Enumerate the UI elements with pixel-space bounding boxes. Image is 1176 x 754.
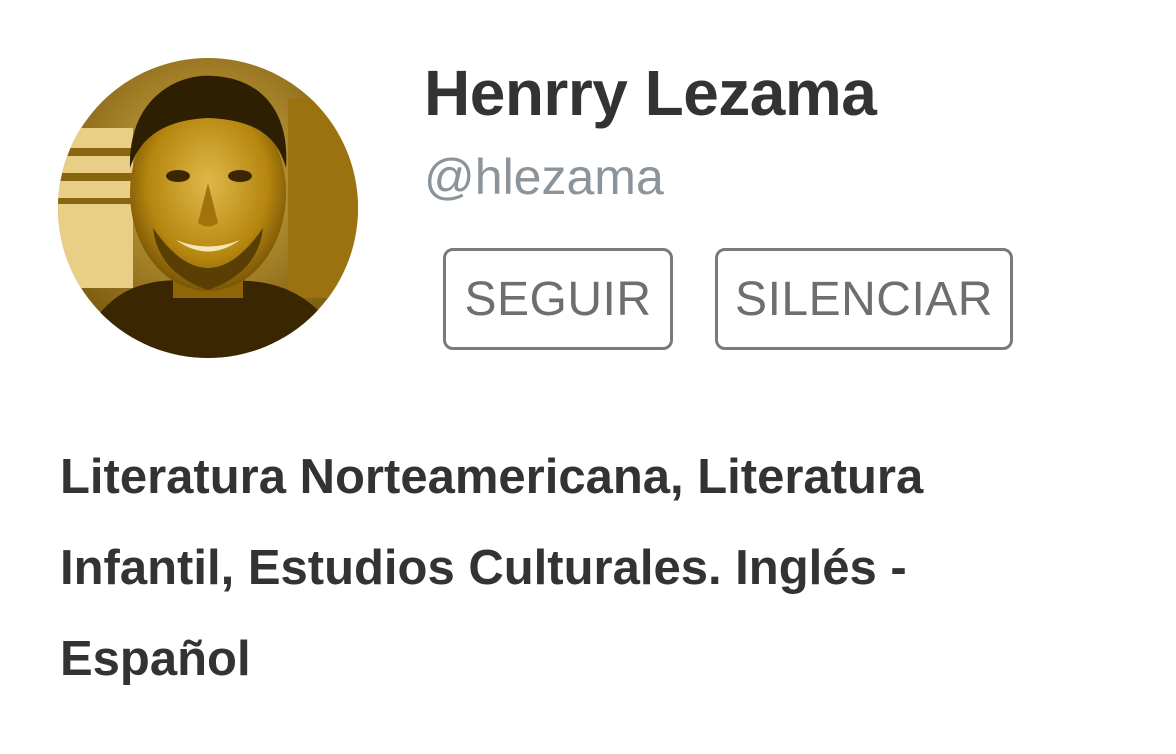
follow-button[interactable]: SEGUIR bbox=[443, 248, 673, 350]
avatar-photo bbox=[58, 58, 358, 358]
mute-button[interactable]: SILENCIAR bbox=[715, 248, 1013, 350]
profile-card: Henrry Lezama @hlezama SEGUIR SILENCIAR … bbox=[0, 0, 1176, 754]
profile-name: Henrry Lezama bbox=[424, 57, 877, 129]
profile-bio: Literatura Norteamericana, Literatura In… bbox=[60, 450, 924, 686]
profile-handle: @hlezama bbox=[424, 149, 664, 205]
avatar[interactable] bbox=[58, 58, 358, 358]
